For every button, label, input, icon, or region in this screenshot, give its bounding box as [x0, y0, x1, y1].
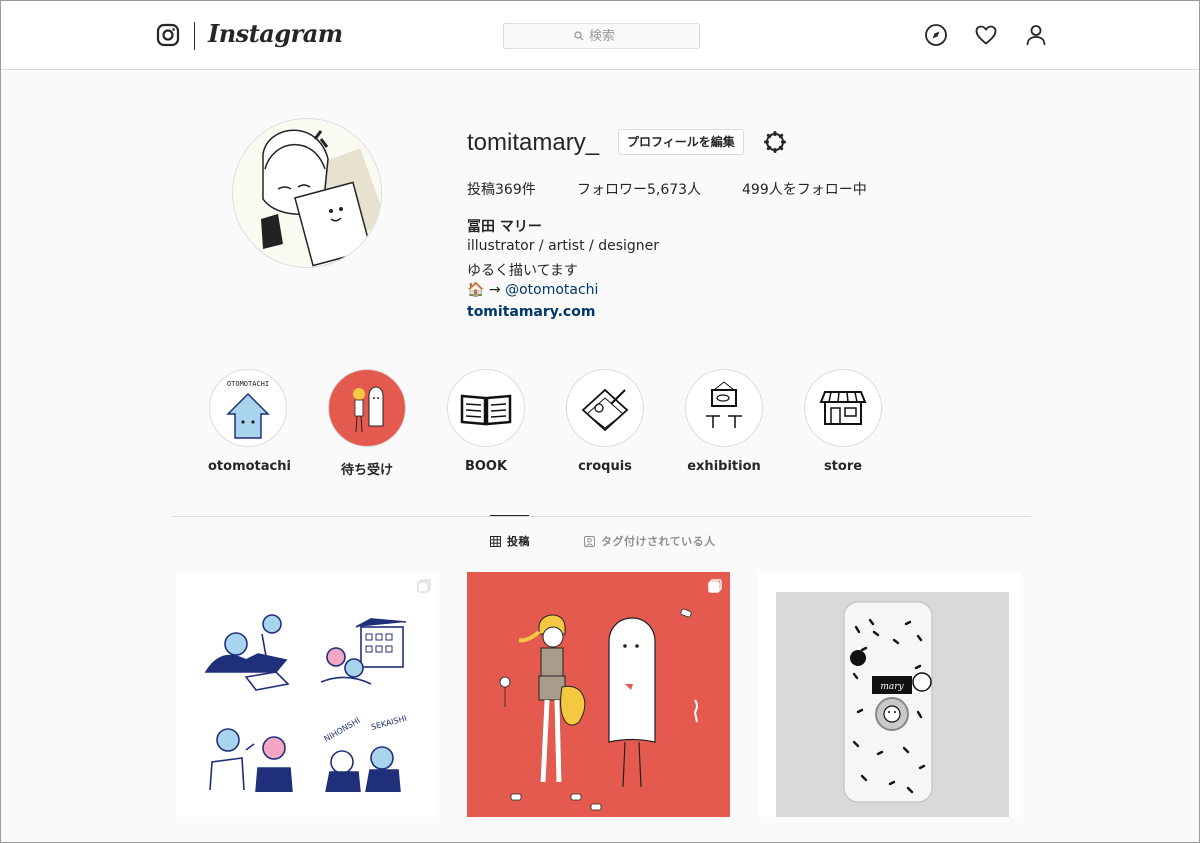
highlight-cover: [566, 369, 644, 447]
girl-and-ghost-illustration: [499, 608, 698, 811]
instagram-logo-icon[interactable]: [156, 23, 180, 47]
search-box[interactable]: [503, 23, 700, 49]
svg-text:SEKAISHI: SEKAISHI: [370, 714, 408, 732]
tab-tagged-label: タグ付けされている人: [601, 535, 716, 548]
highlight-machiuke[interactable]: 待ち受け: [327, 369, 407, 478]
highlight-label: otomotachi: [208, 459, 291, 474]
activity-heart-icon[interactable]: [974, 23, 998, 47]
highlight-label: croquis: [578, 459, 632, 474]
edit-profile-button[interactable]: プロフィールを編集: [618, 129, 744, 155]
highlight-label: BOOK: [464, 459, 508, 474]
post-thumbnail[interactable]: [467, 572, 730, 817]
highlight-label: 待ち受け: [340, 463, 393, 478]
profile-full-name: 冨田 マリー: [467, 219, 542, 235]
tagged-person-icon: [584, 535, 595, 547]
svg-text:mary: mary: [880, 682, 904, 692]
profile-username: tomitamary_: [467, 129, 600, 156]
ghost-girl-icon: [353, 386, 384, 433]
highlight-cover: [685, 369, 763, 447]
profile-person-icon[interactable]: [1024, 23, 1048, 47]
tab-tagged[interactable]: タグ付けされている人: [584, 533, 716, 549]
svg-text:OTOMOTACHI: OTOMOTACHI: [227, 380, 269, 388]
sketchbook-icon: [581, 388, 629, 432]
avatar-illustration: [233, 119, 381, 267]
profile-website-link[interactable]: tomitamary.com: [467, 304, 595, 320]
bio-line-1: illustrator / artist / designer: [467, 238, 660, 254]
highlight-label: exhibition: [687, 459, 761, 474]
search-icon: [574, 31, 584, 41]
multiple-images-icon: [708, 579, 722, 593]
highlight-book[interactable]: BOOK: [446, 369, 526, 474]
tab-posts-label: 投稿: [507, 535, 530, 548]
tabs-divider: [171, 516, 1031, 517]
highlight-cover: [328, 369, 406, 447]
highlight-cover: OTOMOTACHI: [209, 369, 287, 447]
instagram-wordmark[interactable]: Instagram: [208, 19, 343, 48]
posts-count: 投稿369件: [467, 182, 536, 198]
highlight-cover: [804, 369, 882, 447]
open-book-icon: [460, 394, 512, 426]
highlight-croquis[interactable]: croquis: [565, 369, 645, 474]
highlight-exhibition[interactable]: exhibition: [684, 369, 764, 474]
highlight-otomotachi[interactable]: OTOMOTACHI otomotachi: [208, 369, 291, 474]
search-input[interactable]: [589, 28, 629, 44]
bio-link-prefix: 🏠 →: [467, 282, 501, 298]
post-thumbnail[interactable]: NIHONSHI SEKAISHI: [176, 572, 439, 817]
multiple-images-icon: [417, 579, 431, 593]
highlight-label: store: [823, 459, 863, 474]
highlight-store[interactable]: store: [803, 369, 883, 474]
bio-line-3: 🏠 → @otomotachi: [467, 282, 598, 298]
post-thumbnail[interactable]: mary: [758, 572, 1021, 817]
active-tab-indicator: [490, 515, 529, 516]
top-navigation-bar: Instagram: [1, 1, 1199, 70]
bio-line-2: ゆるく描いてます: [467, 263, 578, 279]
following-count[interactable]: 499人をフォロー中: [742, 179, 867, 199]
phone-case-photo: mary: [776, 592, 1009, 817]
bio-mention-link[interactable]: @otomotachi: [505, 282, 598, 298]
explore-compass-icon[interactable]: [924, 23, 948, 47]
settings-gear-icon[interactable]: [763, 130, 787, 154]
tab-posts[interactable]: 投稿: [490, 533, 530, 549]
framed-picture-icon: [706, 381, 742, 428]
logo-separator: [194, 22, 195, 50]
house-character-icon: OTOMOTACHI: [226, 380, 270, 439]
svg-text:NIHONSHI: NIHONSHI: [323, 716, 362, 744]
students-illustration: NIHONSHI SEKAISHI: [204, 614, 408, 793]
storefront-icon: [819, 391, 867, 425]
profile-avatar[interactable]: [232, 118, 382, 268]
highlight-cover: [447, 369, 525, 447]
grid-icon: [490, 535, 501, 547]
followers-count[interactable]: フォロワー5,673人: [577, 179, 701, 199]
